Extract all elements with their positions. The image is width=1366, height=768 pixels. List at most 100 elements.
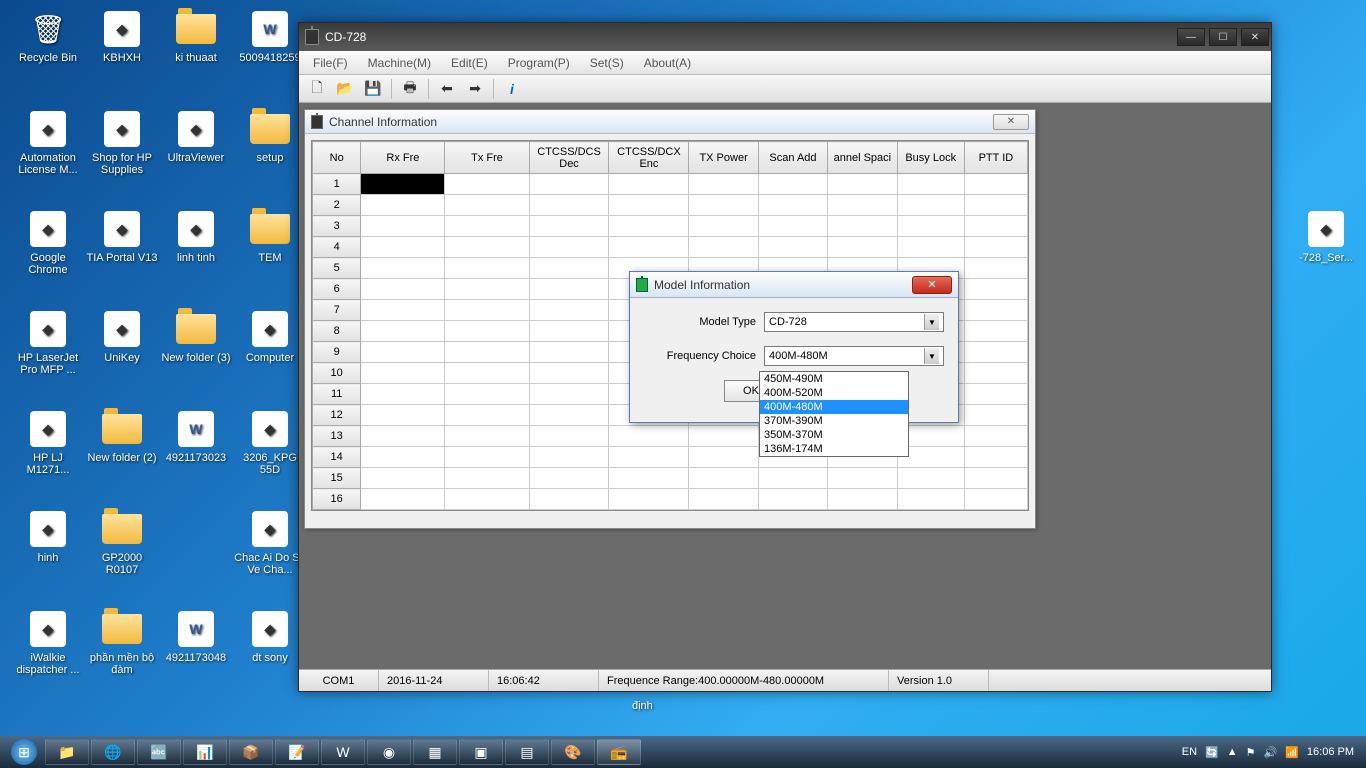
table-cell[interactable] [758,489,827,510]
row-header[interactable]: 9 [313,342,361,363]
column-header[interactable]: Rx Fre [361,142,445,174]
start-button[interactable]: ⊞ [4,738,44,766]
task-unikey-icon[interactable]: 🔤 [137,739,181,765]
table-cell[interactable] [445,447,529,468]
column-header[interactable]: PTT ID [964,142,1027,174]
table-cell[interactable] [361,384,445,405]
channel-close-button[interactable]: ✕ [993,114,1029,130]
desktop-icon[interactable]: New folder (3) [160,308,232,364]
table-cell[interactable] [609,426,689,447]
column-header[interactable]: CTCSS/DCX Enc [609,142,689,174]
print-button[interactable]: 🖶 [399,78,421,100]
table-cell[interactable] [361,426,445,447]
row-header[interactable]: 2 [313,195,361,216]
table-cell[interactable] [445,342,529,363]
row-header[interactable]: 14 [313,447,361,468]
task-notepad-icon[interactable]: 📝 [275,739,319,765]
menu-item[interactable]: File(F) [303,56,358,70]
table-cell[interactable] [529,468,609,489]
row-header[interactable]: 7 [313,300,361,321]
table-cell[interactable] [609,216,689,237]
table-cell[interactable] [758,174,827,195]
tray-sync-icon[interactable]: 🔄 [1205,746,1219,759]
table-cell[interactable] [758,195,827,216]
table-cell[interactable] [529,342,609,363]
frequency-dropdown-list[interactable]: 450M-490M400M-520M400M-480M370M-390M350M… [759,371,909,457]
table-cell[interactable] [897,195,964,216]
table-cell[interactable] [445,174,529,195]
table-cell[interactable] [529,321,609,342]
desktop-icon[interactable]: ◆hinh [12,508,84,564]
desktop-icon[interactable]: ◆linh tinh [160,208,232,264]
table-cell[interactable] [964,174,1027,195]
desktop-icon[interactable]: ◆KBHXH [86,8,158,64]
column-header[interactable]: Tx Fre [445,142,529,174]
task-app1-icon[interactable]: ▦ [413,739,457,765]
table-cell[interactable] [828,237,897,258]
task-cd728-icon[interactable]: 📻 [597,739,641,765]
table-cell[interactable] [361,363,445,384]
channel-titlebar[interactable]: Channel Information ✕ [305,110,1035,134]
table-cell[interactable] [828,216,897,237]
table-cell[interactable] [689,489,758,510]
table-cell[interactable] [361,342,445,363]
task-app2-icon[interactable]: ▣ [459,739,503,765]
table-row[interactable]: 13 [313,426,1028,447]
open-button[interactable]: 📂 [334,78,356,100]
table-cell[interactable] [445,237,529,258]
row-header[interactable]: 12 [313,405,361,426]
table-cell[interactable] [689,195,758,216]
dropdown-option[interactable]: 350M-370M [760,428,908,442]
desktop-icon[interactable]: 🗑Recycle Bin [12,8,84,64]
column-header[interactable]: TX Power [689,142,758,174]
row-header[interactable]: 5 [313,258,361,279]
table-cell[interactable] [445,258,529,279]
task-winrar-icon[interactable]: 📦 [229,739,273,765]
table-cell[interactable] [361,216,445,237]
table-cell[interactable] [529,489,609,510]
row-header[interactable]: 15 [313,468,361,489]
table-cell[interactable] [445,279,529,300]
table-cell[interactable] [897,174,964,195]
save-button[interactable]: 💾 [362,78,384,100]
desktop-icon[interactable]: GP2000 R0107 [86,508,158,576]
dropdown-option[interactable]: 370M-390M [760,414,908,428]
frequency-choice-combo[interactable]: 400M-480M ▼ [764,346,944,366]
close-button[interactable]: ✕ [1241,28,1269,46]
tray-clock[interactable]: 16:06 PM [1307,746,1354,758]
table-cell[interactable] [964,468,1027,489]
desktop-icon[interactable]: ki thuaat [160,8,232,64]
desktop-icon[interactable]: ◆UniKey [86,308,158,364]
minimize-button[interactable]: — [1177,28,1205,46]
dropdown-option[interactable]: 450M-490M [760,372,908,386]
table-cell[interactable] [964,195,1027,216]
table-cell[interactable] [529,405,609,426]
desktop-icon[interactable]: ◆TIA Portal V13 [86,208,158,264]
table-cell[interactable] [609,468,689,489]
desktop-icon[interactable]: ◆Computer [234,308,306,364]
info-button[interactable]: i [501,78,523,100]
tray-network-icon[interactable]: 📶 [1285,746,1299,759]
table-cell[interactable] [529,279,609,300]
table-cell[interactable] [964,447,1027,468]
table-cell[interactable] [964,489,1027,510]
table-cell[interactable] [689,216,758,237]
dropdown-option[interactable]: 400M-480M [760,400,908,414]
table-row[interactable]: 15 [313,468,1028,489]
table-cell[interactable] [361,279,445,300]
column-header[interactable]: annel Spaci [828,142,897,174]
table-cell[interactable] [445,489,529,510]
table-cell[interactable] [609,447,689,468]
column-header[interactable]: CTCSS/DCS Dec [529,142,609,174]
tray-flag-icon[interactable]: ⚑ [1246,746,1256,759]
desktop-icon[interactable]: ◆-728_Ser... [1290,208,1362,264]
desktop-icon[interactable]: ◆Shop for HP Supplies [86,108,158,176]
table-cell[interactable] [828,174,897,195]
table-cell[interactable] [758,237,827,258]
table-cell[interactable] [445,405,529,426]
tray-lang[interactable]: EN [1182,746,1197,758]
table-cell[interactable] [609,195,689,216]
table-cell[interactable] [361,447,445,468]
table-cell[interactable] [828,195,897,216]
task-word-icon[interactable]: W [321,739,365,765]
